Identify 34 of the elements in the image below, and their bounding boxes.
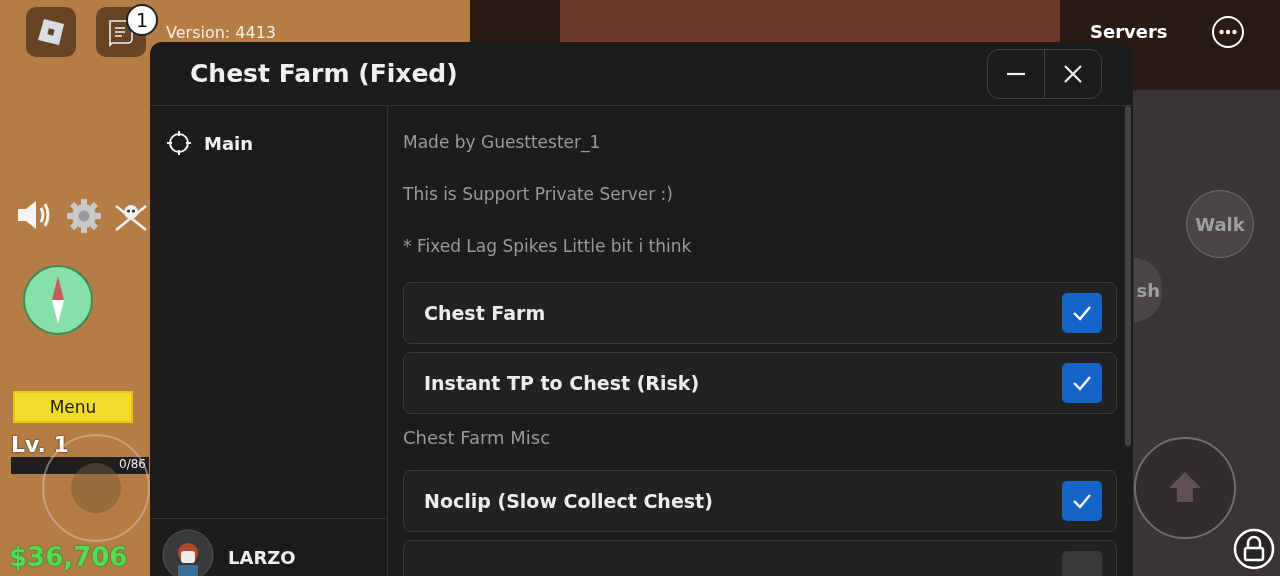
- info-text: This is Support Private Server :): [403, 184, 674, 206]
- menu-button[interactable]: Menu: [13, 391, 133, 423]
- toggle-row[interactable]: Instant TP to Chest (Risk): [403, 352, 1117, 414]
- xp-reading: 0/86: [119, 457, 146, 471]
- toggle-row[interactable]: Noclip (Slow Collect Chest): [403, 470, 1117, 532]
- compass-icon[interactable]: [22, 264, 94, 336]
- sidebar-tab[interactable]: Main: [166, 130, 371, 156]
- logo-button[interactable]: [26, 7, 76, 57]
- level-label: Lv. 1: [11, 432, 69, 457]
- version-label: Version: 4413: [166, 23, 277, 42]
- info-text: Made by Guesttester_1: [403, 132, 602, 155]
- chat-icon: [106, 17, 136, 47]
- username: LARZO: [228, 547, 296, 568]
- section-heading: Chest Farm Misc: [403, 425, 552, 450]
- checkbox[interactable]: [1062, 293, 1102, 333]
- checkbox[interactable]: [1062, 363, 1102, 403]
- walk-button[interactable]: Walk: [1186, 190, 1254, 258]
- lock-icon[interactable]: [1233, 528, 1275, 570]
- more-icon[interactable]: [1211, 15, 1245, 49]
- checkbox[interactable]: [1062, 481, 1102, 521]
- toggle-row[interactable]: Chest Farm: [403, 282, 1117, 344]
- toggle-label: Noclip (Slow Collect Chest): [424, 490, 713, 512]
- logo-icon: [36, 17, 66, 47]
- window-title: Chest Farm (Fixed): [190, 59, 458, 88]
- info-text: * Fixed Lag Spikes Little bit i think: [403, 236, 693, 258]
- toggle-label: Instant TP to Chest (Risk): [424, 372, 700, 394]
- servers-button[interactable]: Servers: [1090, 21, 1168, 42]
- joystick[interactable]: [42, 434, 150, 542]
- money-label: $36,706: [9, 542, 128, 572]
- scrollbar[interactable]: [1125, 106, 1131, 446]
- avatar-icon: [162, 529, 214, 576]
- dash-button[interactable]: sh: [1134, 258, 1162, 322]
- toggle-label: Chest Farm: [424, 302, 546, 324]
- crosshair-icon: [166, 130, 192, 156]
